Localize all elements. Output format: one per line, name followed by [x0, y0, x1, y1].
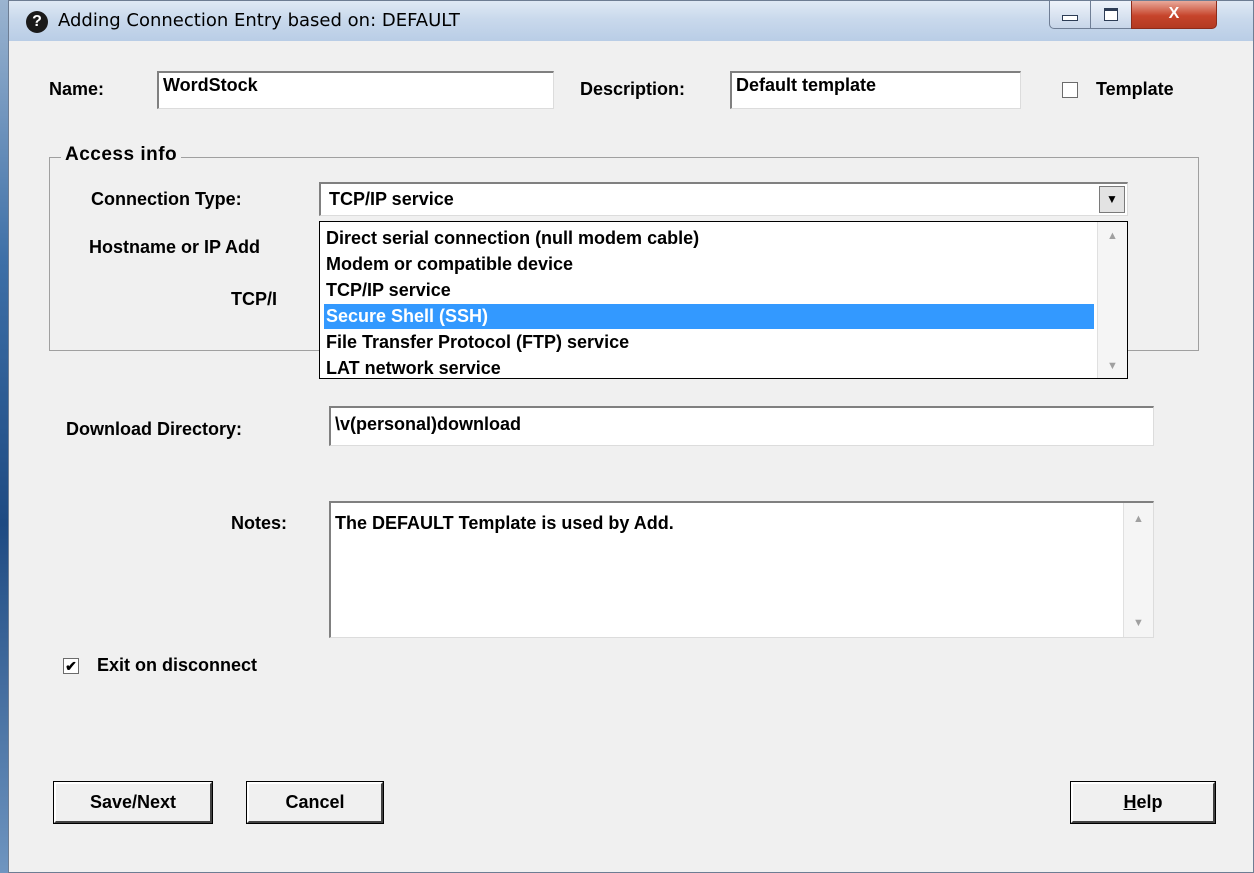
title-bar[interactable]: ? Adding Connection Entry based on: DEFA… — [9, 1, 1253, 41]
connection-type-value: TCP/IP service — [329, 189, 454, 209]
minimize-icon — [1062, 15, 1078, 21]
hostname-label: Hostname or IP Add — [89, 237, 261, 257]
close-button[interactable]: X — [1131, 1, 1217, 29]
scroll-up-icon[interactable]: ▲ — [1098, 230, 1127, 242]
template-checkbox[interactable] — [1062, 82, 1078, 98]
exit-on-disconnect-label: Exit on disconnect — [97, 655, 258, 675]
save-next-button[interactable]: Save/Next — [53, 781, 213, 824]
maximize-button[interactable] — [1090, 1, 1132, 29]
connection-type-select[interactable]: TCP/IP service ▼ — [319, 182, 1128, 216]
access-info-title: Access info — [61, 144, 182, 166]
template-label: Template — [1096, 79, 1174, 99]
exit-on-disconnect-checkbox[interactable]: ✔ — [63, 658, 79, 674]
dropdown-arrow-button[interactable]: ▼ — [1099, 186, 1125, 213]
close-icon: X — [1168, 5, 1180, 22]
dropdown-option-tcpip[interactable]: TCP/IP service — [324, 278, 1094, 303]
scroll-up-icon[interactable]: ▲ — [1124, 513, 1153, 525]
tcp-port-label: TCP/I — [231, 289, 278, 309]
maximize-icon — [1104, 8, 1118, 21]
help-button[interactable]: Help — [1070, 781, 1216, 824]
notes-scrollbar[interactable]: ▲ ▼ — [1123, 503, 1153, 637]
dropdown-option-ftp[interactable]: File Transfer Protocol (FTP) service — [324, 330, 1094, 355]
help-question-icon: ? — [26, 11, 48, 33]
checkmark-icon: ✔ — [65, 658, 77, 674]
window-title: Adding Connection Entry based on: DEFAUL… — [58, 10, 460, 31]
download-directory-label: Download Directory: — [66, 419, 243, 439]
chevron-down-icon: ▼ — [1106, 192, 1118, 206]
scroll-down-icon[interactable]: ▼ — [1098, 360, 1127, 372]
dropdown-option-lat[interactable]: LAT network service — [324, 356, 1094, 381]
help-mnemonic: H — [1123, 792, 1137, 812]
dropdown-scrollbar[interactable]: ▲ ▼ — [1097, 222, 1127, 378]
notes-label: Notes: — [231, 513, 288, 533]
scroll-down-icon[interactable]: ▼ — [1124, 617, 1153, 629]
minimize-button[interactable] — [1049, 1, 1091, 29]
connection-type-label: Connection Type: — [91, 189, 242, 209]
description-label: Description: — [580, 79, 686, 99]
description-field[interactable]: Default template — [730, 71, 1021, 109]
name-label: Name: — [49, 79, 105, 99]
dialog-window: ? Adding Connection Entry based on: DEFA… — [8, 0, 1254, 873]
connection-type-dropdown-list[interactable]: Direct serial connection (null modem cab… — [319, 221, 1128, 379]
notes-text: The DEFAULT Template is used by Add. — [335, 513, 674, 533]
notes-textarea[interactable]: The DEFAULT Template is used by Add. ▲ ▼ — [329, 501, 1154, 638]
cancel-button[interactable]: Cancel — [246, 781, 384, 824]
dropdown-option-modem[interactable]: Modem or compatible device — [324, 252, 1094, 277]
help-label-rest: elp — [1136, 792, 1163, 812]
name-field[interactable]: WordStock — [157, 71, 554, 109]
dropdown-option-serial[interactable]: Direct serial connection (null modem cab… — [324, 226, 1094, 251]
download-directory-field[interactable]: \v(personal)download — [329, 406, 1154, 446]
dropdown-option-ssh[interactable]: Secure Shell (SSH) — [323, 303, 1095, 330]
